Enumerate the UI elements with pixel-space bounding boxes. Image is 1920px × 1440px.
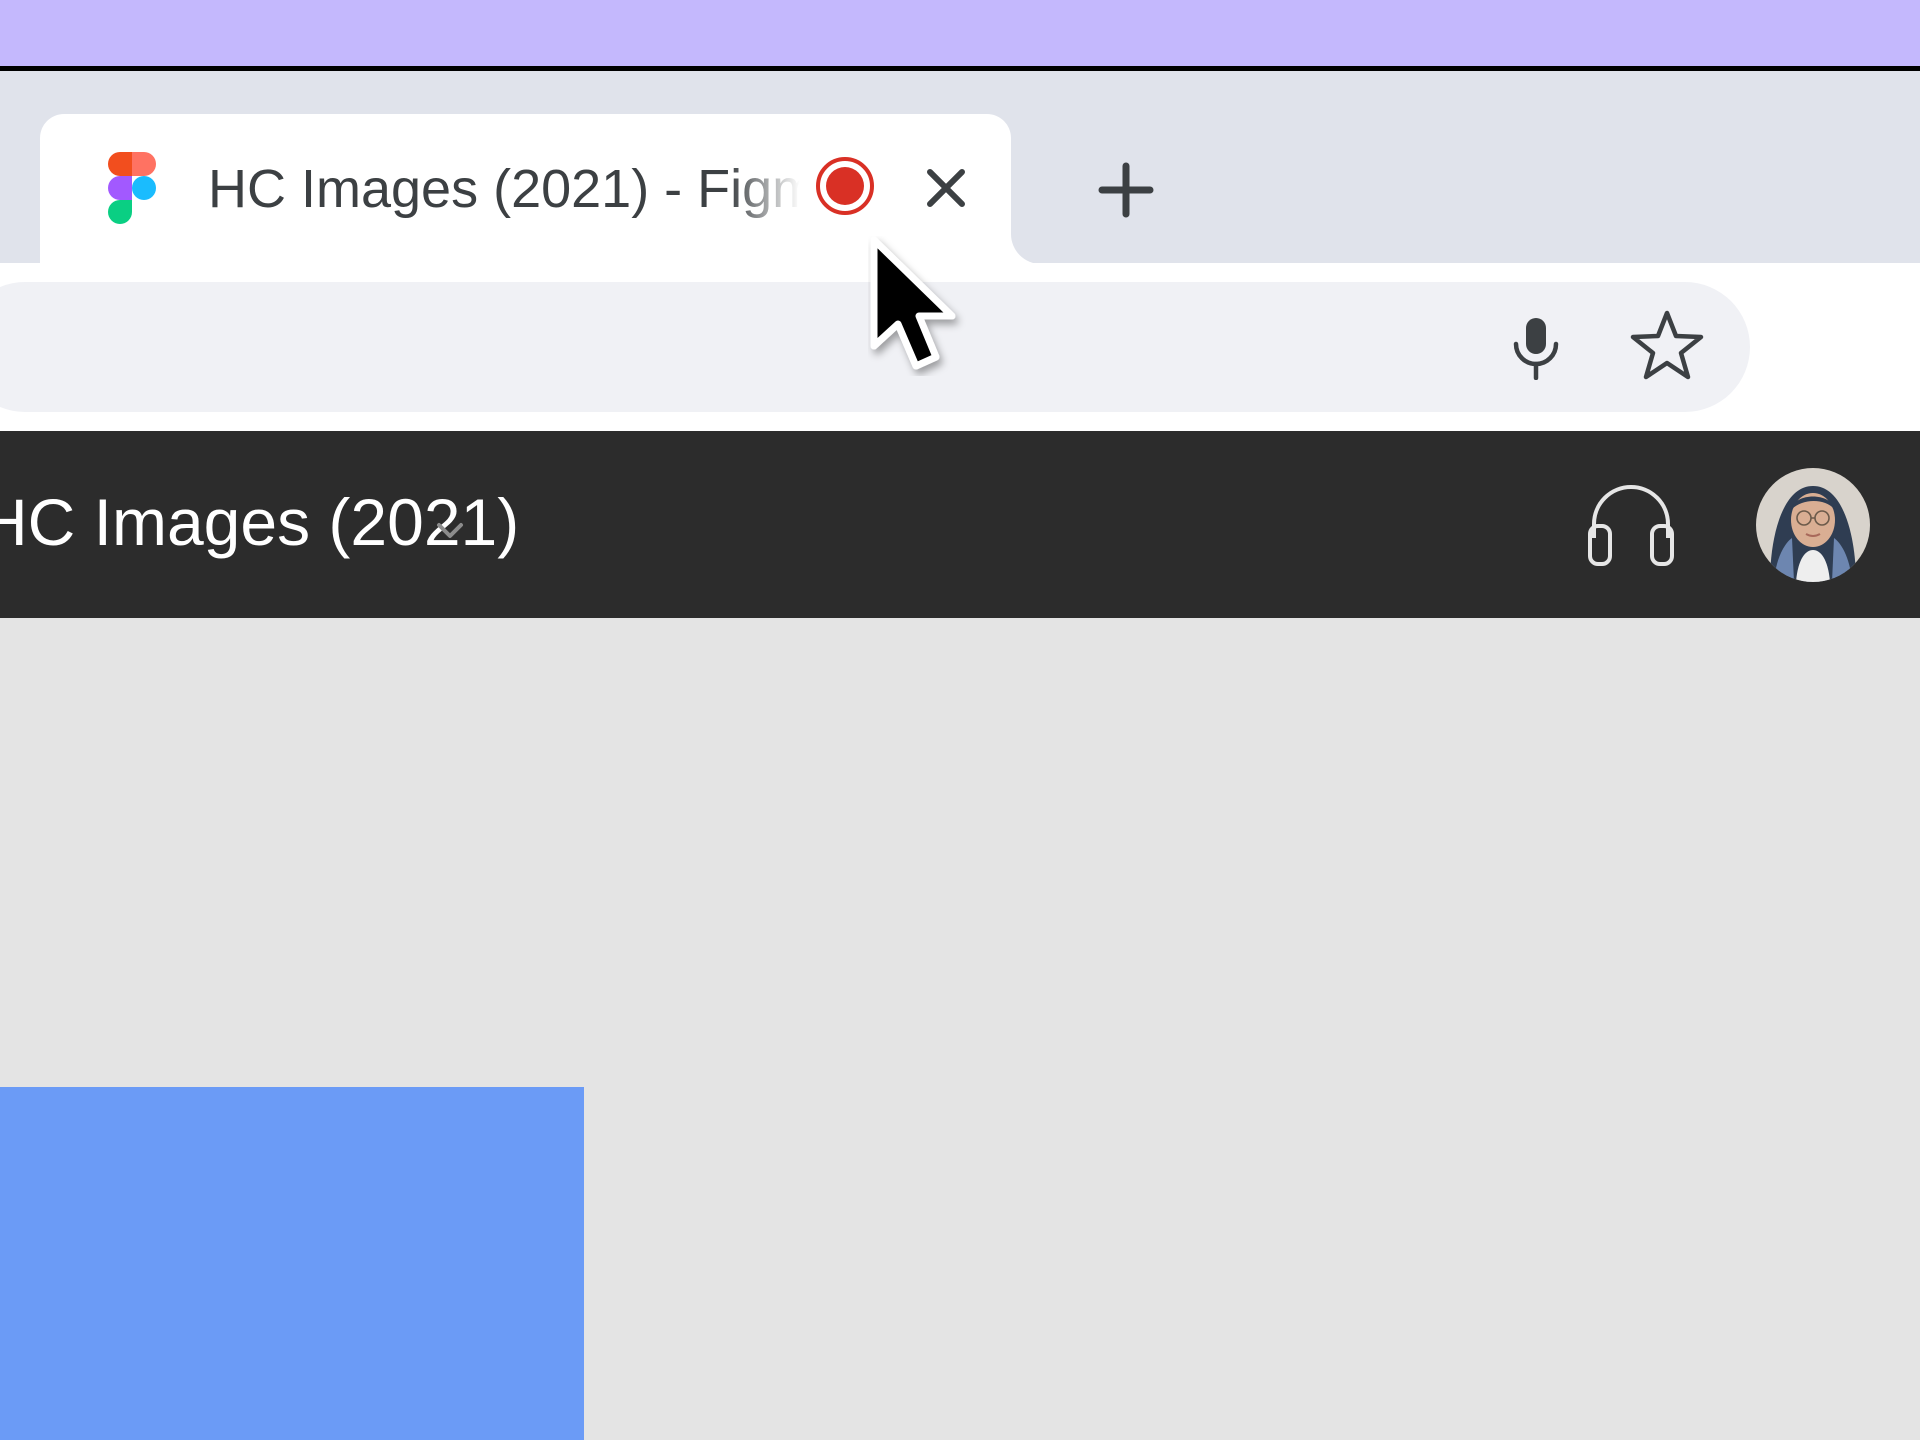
user-avatar[interactable] xyxy=(1756,468,1870,582)
plus-icon[interactable] xyxy=(1096,160,1156,220)
star-icon[interactable] xyxy=(1630,308,1704,382)
tab-title: HC Images (2021) - Figma xyxy=(208,159,800,219)
canvas-frame[interactable] xyxy=(0,1087,584,1440)
headphones-icon[interactable] xyxy=(1584,478,1678,568)
chevron-down-icon[interactable] xyxy=(432,518,468,542)
desktop-background-strip xyxy=(0,0,1920,66)
figma-logo-icon xyxy=(108,152,156,224)
close-icon[interactable] xyxy=(924,166,968,210)
tab-corner-flare xyxy=(1011,232,1043,264)
record-icon xyxy=(816,157,874,215)
address-bar-input[interactable] xyxy=(0,300,1480,390)
microphone-icon[interactable] xyxy=(1510,316,1562,380)
